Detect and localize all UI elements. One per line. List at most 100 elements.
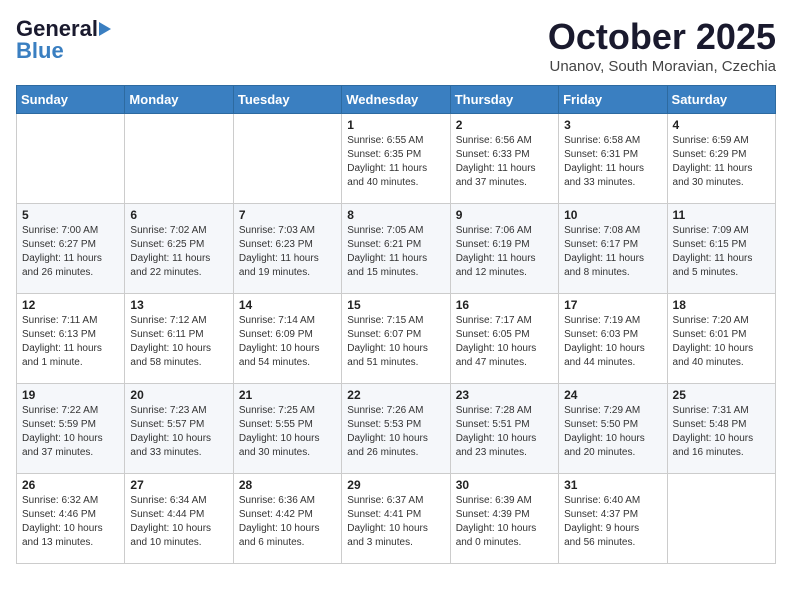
day-number: 20 xyxy=(130,388,227,402)
day-number: 24 xyxy=(564,388,661,402)
day-info: Sunrise: 7:29 AM Sunset: 5:50 PM Dayligh… xyxy=(564,404,661,460)
calendar-cell: 22Sunrise: 7:26 AM Sunset: 5:53 PM Dayli… xyxy=(342,384,450,474)
calendar-cell: 16 Sunrise: 7:17 AM Sunset: 6:05 PM Dayli… xyxy=(450,294,558,384)
day-info: Sunrise: 7:02 AM Sunset: 6:25 PM Dayligh… xyxy=(130,224,227,280)
day-number: 30 xyxy=(456,478,553,492)
day-number: 22 xyxy=(347,388,444,402)
day-info: Sunrise: 7:08 AM Sunset: 6:17 PM Dayligh… xyxy=(564,224,661,280)
day-number: 14 xyxy=(239,298,336,312)
calendar-cell: 28Sunrise: 6:36 AM Sunset: 4:42 PM Dayli… xyxy=(233,474,341,564)
day-info: Sunrise: 6:40 AM Sunset: 4:37 PM Dayligh… xyxy=(564,494,661,550)
day-number: 23 xyxy=(456,388,553,402)
week-row-1: 1 Sunrise: 6:55 AM Sunset: 6:35 PM Daylig… xyxy=(17,114,776,204)
day-info: Sunrise: 7:03 AM Sunset: 6:23 PM Dayligh… xyxy=(239,224,336,280)
day-info: Sunrise: 6:34 AM Sunset: 4:44 PM Dayligh… xyxy=(130,494,227,550)
day-info: Sunrise: 7:11 AM Sunset: 6:13 PM Dayligh… xyxy=(22,314,119,370)
calendar-cell: 2 Sunrise: 6:56 AM Sunset: 6:33 PM Daylig… xyxy=(450,114,558,204)
day-number: 16 xyxy=(456,298,553,312)
calendar-table: SundayMondayTuesdayWednesdayThursdayFrid… xyxy=(16,85,776,564)
day-info: Sunrise: 7:00 AM Sunset: 6:27 PM Dayligh… xyxy=(22,224,119,280)
calendar-cell: 15Sunrise: 7:15 AM Sunset: 6:07 PM Dayli… xyxy=(342,294,450,384)
month-title: October 2025 xyxy=(548,16,776,58)
day-info: Sunrise: 7:12 AM Sunset: 6:11 PM Dayligh… xyxy=(130,314,227,370)
calendar-cell: 19 Sunrise: 7:22 AM Sunset: 5:59 PM Dayli… xyxy=(17,384,125,474)
dow-header-tuesday: Tuesday xyxy=(233,86,341,114)
calendar-cell: 10 Sunrise: 7:08 AM Sunset: 6:17 PM Dayli… xyxy=(559,204,667,294)
day-number: 19 xyxy=(22,388,119,402)
calendar-cell: 5 Sunrise: 7:00 AM Sunset: 6:27 PM Daylig… xyxy=(17,204,125,294)
day-info: Sunrise: 6:32 AM Sunset: 4:46 PM Dayligh… xyxy=(22,494,119,550)
day-info: Sunrise: 7:28 AM Sunset: 5:51 PM Dayligh… xyxy=(456,404,553,460)
calendar-cell: 23 Sunrise: 7:28 AM Sunset: 5:51 PM Dayli… xyxy=(450,384,558,474)
dow-header-monday: Monday xyxy=(125,86,233,114)
dow-header-friday: Friday xyxy=(559,86,667,114)
calendar-cell: 12Sunrise: 7:11 AM Sunset: 6:13 PM Dayli… xyxy=(17,294,125,384)
day-number: 3 xyxy=(564,118,661,132)
page-header: General Blue October 2025 Unanov, South … xyxy=(16,16,776,75)
day-number: 1 xyxy=(347,118,444,132)
title-block: October 2025 Unanov, South Moravian, Cze… xyxy=(548,16,776,75)
day-number: 8 xyxy=(347,208,444,222)
dow-header-thursday: Thursday xyxy=(450,86,558,114)
day-number: 7 xyxy=(239,208,336,222)
day-number: 27 xyxy=(130,478,227,492)
calendar-cell: 18Sunrise: 7:20 AM Sunset: 6:01 PM Dayli… xyxy=(667,294,775,384)
day-info: Sunrise: 7:17 AM Sunset: 6:05 PM Dayligh… xyxy=(456,314,553,370)
logo-arrow-icon xyxy=(99,22,111,36)
day-info: Sunrise: 7:14 AM Sunset: 6:09 PM Dayligh… xyxy=(239,314,336,370)
calendar-cell: 11 Sunrise: 7:09 AM Sunset: 6:15 PM Dayli… xyxy=(667,204,775,294)
day-info: Sunrise: 7:22 AM Sunset: 5:59 PM Dayligh… xyxy=(22,404,119,460)
day-info: Sunrise: 6:37 AM Sunset: 4:41 PM Dayligh… xyxy=(347,494,444,550)
day-number: 9 xyxy=(456,208,553,222)
day-info: Sunrise: 6:36 AM Sunset: 4:42 PM Dayligh… xyxy=(239,494,336,550)
day-info: Sunrise: 7:19 AM Sunset: 6:03 PM Dayligh… xyxy=(564,314,661,370)
calendar-cell: 9 Sunrise: 7:06 AM Sunset: 6:19 PM Daylig… xyxy=(450,204,558,294)
calendar-cell: 13 Sunrise: 7:12 AM Sunset: 6:11 PM Dayli… xyxy=(125,294,233,384)
calendar-cell: 17 Sunrise: 7:19 AM Sunset: 6:03 PM Dayli… xyxy=(559,294,667,384)
logo: General Blue xyxy=(16,16,112,64)
calendar-cell: 4Sunrise: 6:59 AM Sunset: 6:29 PM Daylig… xyxy=(667,114,775,204)
week-row-4: 19 Sunrise: 7:22 AM Sunset: 5:59 PM Dayli… xyxy=(17,384,776,474)
dow-header-wednesday: Wednesday xyxy=(342,86,450,114)
calendar-cell: 29Sunrise: 6:37 AM Sunset: 4:41 PM Dayli… xyxy=(342,474,450,564)
calendar-cell: 7 Sunrise: 7:03 AM Sunset: 6:23 PM Daylig… xyxy=(233,204,341,294)
day-info: Sunrise: 7:09 AM Sunset: 6:15 PM Dayligh… xyxy=(673,224,770,280)
days-of-week-row: SundayMondayTuesdayWednesdayThursdayFrid… xyxy=(17,86,776,114)
day-info: Sunrise: 7:25 AM Sunset: 5:55 PM Dayligh… xyxy=(239,404,336,460)
day-info: Sunrise: 7:05 AM Sunset: 6:21 PM Dayligh… xyxy=(347,224,444,280)
week-row-2: 5 Sunrise: 7:00 AM Sunset: 6:27 PM Daylig… xyxy=(17,204,776,294)
day-number: 11 xyxy=(673,208,770,222)
day-info: Sunrise: 6:58 AM Sunset: 6:31 PM Dayligh… xyxy=(564,134,661,190)
location: Unanov, South Moravian, Czechia xyxy=(548,58,776,75)
day-number: 25 xyxy=(673,388,770,402)
day-number: 21 xyxy=(239,388,336,402)
day-number: 17 xyxy=(564,298,661,312)
calendar-cell: 30Sunrise: 6:39 AM Sunset: 4:39 PM Dayli… xyxy=(450,474,558,564)
day-number: 18 xyxy=(673,298,770,312)
day-number: 31 xyxy=(564,478,661,492)
calendar-cell xyxy=(667,474,775,564)
day-number: 2 xyxy=(456,118,553,132)
day-info: Sunrise: 7:23 AM Sunset: 5:57 PM Dayligh… xyxy=(130,404,227,460)
calendar-cell xyxy=(233,114,341,204)
dow-header-saturday: Saturday xyxy=(667,86,775,114)
day-number: 4 xyxy=(673,118,770,132)
logo-blue: Blue xyxy=(16,38,64,64)
day-number: 5 xyxy=(22,208,119,222)
calendar-cell xyxy=(17,114,125,204)
day-number: 15 xyxy=(347,298,444,312)
week-row-3: 12Sunrise: 7:11 AM Sunset: 6:13 PM Dayli… xyxy=(17,294,776,384)
day-number: 10 xyxy=(564,208,661,222)
day-info: Sunrise: 6:55 AM Sunset: 6:35 PM Dayligh… xyxy=(347,134,444,190)
calendar-cell: 31 Sunrise: 6:40 AM Sunset: 4:37 PM Dayli… xyxy=(559,474,667,564)
calendar-cell: 8 Sunrise: 7:05 AM Sunset: 6:21 PM Daylig… xyxy=(342,204,450,294)
week-row-5: 26 Sunrise: 6:32 AM Sunset: 4:46 PM Dayli… xyxy=(17,474,776,564)
calendar-cell: 24 Sunrise: 7:29 AM Sunset: 5:50 PM Dayli… xyxy=(559,384,667,474)
day-info: Sunrise: 6:56 AM Sunset: 6:33 PM Dayligh… xyxy=(456,134,553,190)
day-number: 13 xyxy=(130,298,227,312)
calendar-cell: 1 Sunrise: 6:55 AM Sunset: 6:35 PM Daylig… xyxy=(342,114,450,204)
calendar-cell: 25Sunrise: 7:31 AM Sunset: 5:48 PM Dayli… xyxy=(667,384,775,474)
day-info: Sunrise: 7:06 AM Sunset: 6:19 PM Dayligh… xyxy=(456,224,553,280)
calendar-cell: 21 Sunrise: 7:25 AM Sunset: 5:55 PM Dayli… xyxy=(233,384,341,474)
day-number: 26 xyxy=(22,478,119,492)
